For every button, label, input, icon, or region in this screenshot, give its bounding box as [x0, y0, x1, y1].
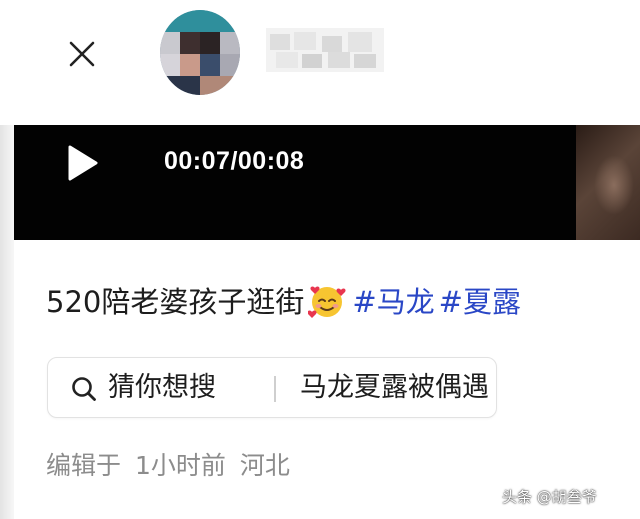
search-suggestion[interactable]: 猜你想搜 马龙夏露被偶遇: [47, 357, 497, 418]
post-location: 河北: [239, 451, 290, 480]
suggestion-query[interactable]: 马龙夏露被偶遇: [300, 370, 489, 406]
close-icon: [69, 41, 95, 67]
video-player[interactable]: 00:07/00:08: [14, 125, 576, 240]
post-caption: 520陪老婆孩子逛街 #马龙 #夏露: [46, 282, 521, 322]
smiling-face-with-hearts-icon: [307, 282, 346, 320]
post-header: 博主: [0, 0, 640, 125]
hashtag-xialu[interactable]: #夏露: [439, 285, 521, 319]
post-time: 1小时前: [135, 451, 226, 480]
next-video-thumbnail[interactable]: [576, 125, 640, 240]
left-edge-shadow: [0, 125, 14, 519]
post-meta: 编辑于 1小时前 河北: [46, 448, 304, 484]
suggestion-prefix: 猜你想搜: [108, 372, 216, 403]
suggestion-divider: [274, 376, 276, 402]
close-button[interactable]: [62, 34, 102, 74]
play-button[interactable]: [64, 143, 100, 183]
watermark: 头条 @胡叁爷: [502, 488, 597, 506]
username[interactable]: 博主: [266, 28, 384, 72]
avatar[interactable]: [160, 10, 240, 95]
search-icon: [72, 377, 96, 401]
edited-label: 编辑于: [46, 451, 122, 480]
caption-text: 520陪老婆孩子逛街: [46, 285, 305, 319]
video-time: 00:07/00:08: [164, 147, 305, 175]
play-icon: [68, 145, 98, 181]
hashtag-malong[interactable]: #马龙: [352, 285, 434, 319]
